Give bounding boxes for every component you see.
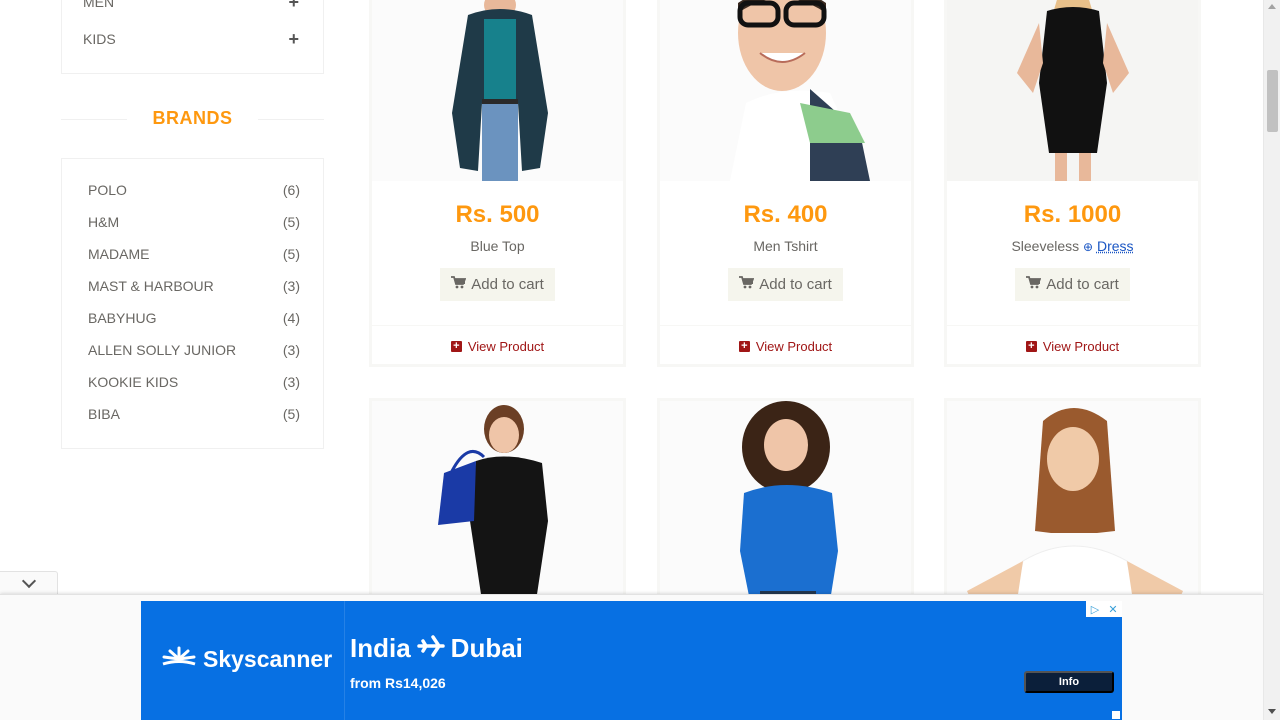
brand-name[interactable]: H&M [88, 214, 119, 230]
plus-square-icon: + [1025, 341, 1037, 352]
product-image [372, 0, 623, 181]
close-icon[interactable]: ✕ [1104, 601, 1122, 617]
add-to-cart-button[interactable]: Add to cart [440, 268, 555, 301]
brand-name[interactable]: ALLEN SOLLY JUNIOR [88, 342, 236, 358]
product-name-text: Men Tshirt [753, 238, 818, 254]
brand-name[interactable]: POLO [88, 182, 127, 198]
view-product-link[interactable]: + View Product [372, 325, 623, 367]
brands-heading: BRANDS [61, 106, 324, 130]
product-image [660, 0, 911, 181]
adchoices-icon[interactable]: ▷ [1086, 601, 1104, 617]
category-kids[interactable]: KIDS + [83, 30, 299, 48]
scroll-down-icon[interactable] [1268, 709, 1276, 714]
add-to-cart-label: Add to cart [471, 276, 544, 293]
page: MEN + KIDS + BRANDS POLO (6) H&M (5) MAD… [0, 0, 1280, 720]
plus-square-icon: + [738, 341, 750, 352]
brand-name[interactable]: BABYHUG [88, 310, 156, 326]
brand-count: (5) [282, 214, 300, 230]
ad-fare: from Rs14,026 [350, 675, 446, 691]
brand-item[interactable]: POLO (6) [88, 182, 300, 198]
ad-divider [344, 601, 345, 720]
plus-square-icon: + [450, 341, 462, 352]
adchoices[interactable]: ▷ ✕ [1086, 601, 1122, 617]
ad-headline: India Dubai [350, 633, 523, 664]
chevron-down-icon [21, 573, 36, 589]
product-price: Rs. 1000 [1023, 201, 1122, 228]
brand-name[interactable]: BIBA [88, 406, 120, 422]
product-name-text: Sleeveless [1011, 238, 1080, 254]
brand-count: (6) [282, 182, 300, 198]
brand-count: (3) [282, 342, 300, 358]
sunburst-icon [161, 645, 197, 673]
brand-name[interactable]: KOOKIE KIDS [88, 374, 178, 390]
brand-count: (5) [282, 246, 300, 262]
plus-icon[interactable]: + [288, 30, 299, 48]
brand-count: (4) [282, 310, 300, 326]
brand-name[interactable]: MAST & HARBOUR [88, 278, 214, 294]
product-name: Sleeveless ⊕ Dress [947, 238, 1198, 254]
category-label: KIDS [83, 31, 116, 47]
brand-item[interactable]: BABYHUG (4) [88, 310, 300, 326]
view-product-label: View Product [467, 339, 545, 354]
brand-item[interactable]: MAST & HARBOUR (3) [88, 278, 300, 294]
brand-item[interactable]: KOOKIE KIDS (3) [88, 374, 300, 390]
ad-info-button[interactable]: Info [1024, 671, 1114, 693]
product-name: Men Tshirt [660, 238, 911, 254]
brand-item[interactable]: MADAME (5) [88, 246, 300, 262]
scroll-thumb[interactable] [1267, 70, 1278, 132]
add-to-cart-button[interactable]: Add to cart [728, 268, 843, 301]
ad-corner-marker [1112, 711, 1120, 719]
view-product-link[interactable]: + View Product [947, 325, 1198, 367]
add-to-cart-label: Add to cart [1046, 276, 1119, 293]
brand-count: (3) [282, 278, 300, 294]
ad-collapse-toggle[interactable] [0, 571, 58, 595]
view-product-link[interactable]: + View Product [660, 325, 911, 367]
product-price: Rs. 500 [455, 201, 540, 228]
scroll-up-icon[interactable] [1268, 4, 1276, 9]
brand-name[interactable]: MADAME [88, 246, 149, 262]
plus-icon[interactable]: + [288, 0, 299, 11]
add-to-cart-label: Add to cart [759, 276, 832, 293]
cart-icon [739, 276, 755, 293]
airplane-icon [416, 633, 445, 664]
cart-icon [1026, 276, 1042, 293]
divider [258, 119, 324, 120]
brands-panel: POLO (6) H&M (5) MADAME (5) MAST & HARBO… [61, 158, 324, 449]
product-price: Rs. 400 [743, 201, 828, 228]
category-label: MEN [83, 0, 115, 10]
info-circle-icon: ⊕ [1083, 240, 1094, 254]
product-name-text: Blue Top [470, 238, 525, 254]
brand-count: (3) [282, 374, 300, 390]
product-image [947, 0, 1198, 181]
category-panel: MEN + KIDS + [61, 0, 324, 74]
brand-item[interactable]: BIBA (5) [88, 406, 300, 422]
ad-brand-name: Skyscanner [203, 645, 333, 672]
cart-icon [451, 276, 467, 293]
product-name: Blue Top [372, 238, 623, 254]
ad-banner[interactable]: Skyscanner India Dubai from Rs14,026 Inf… [141, 601, 1122, 720]
view-product-label: View Product [755, 339, 833, 354]
product-card: Rs. 1000 Sleeveless ⊕ Dress Add to cart … [944, 0, 1201, 367]
add-to-cart-button[interactable]: Add to cart [1015, 268, 1130, 301]
product-card: Rs. 400 Men Tshirt Add to cart + View Pr… [657, 0, 914, 367]
view-product-label: View Product [1042, 339, 1120, 354]
brand-count: (5) [282, 406, 300, 422]
product-tag-link[interactable]: Dress [1097, 238, 1134, 254]
route-to: Dubai [450, 633, 523, 663]
brand-item[interactable]: ALLEN SOLLY JUNIOR (3) [88, 342, 300, 358]
brand-item[interactable]: H&M (5) [88, 214, 300, 230]
scrollbar[interactable] [1263, 0, 1280, 720]
skyscanner-logo: Skyscanner [161, 645, 332, 673]
category-men[interactable]: MEN + [83, 0, 299, 11]
product-card: Rs. 500 Blue Top Add to cart + View Prod… [369, 0, 626, 367]
route-from: India [350, 633, 411, 663]
